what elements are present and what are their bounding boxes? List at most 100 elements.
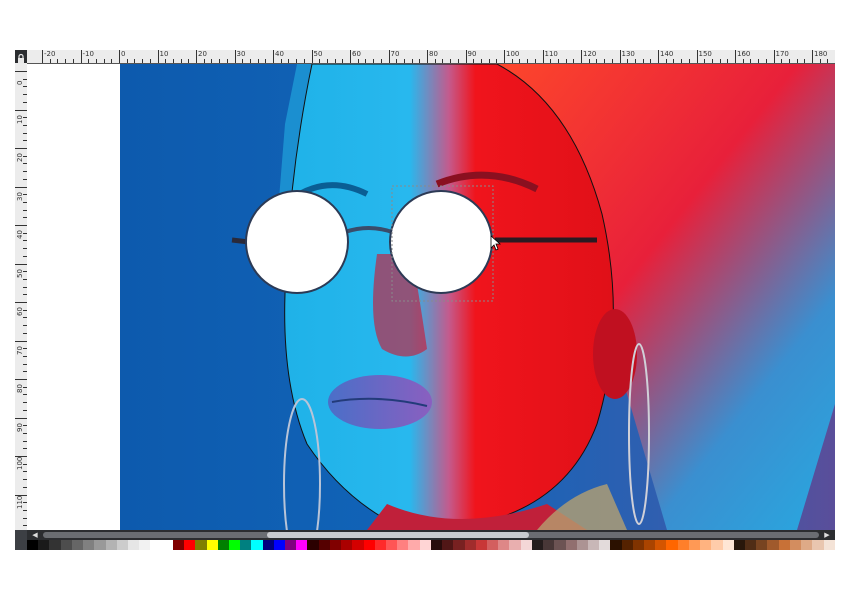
palette-swatch[interactable] [139, 540, 151, 550]
palette-swatch[interactable] [363, 540, 375, 550]
ruler-label: 40 [275, 50, 284, 58]
palette-swatch[interactable] [184, 540, 196, 550]
palette-swatch[interactable] [38, 540, 50, 550]
palette-swatch[interactable] [49, 540, 61, 550]
scroll-right-arrow[interactable]: ▶ [821, 530, 833, 540]
ruler-major-tick [696, 50, 698, 63]
ruler-major-tick [80, 50, 82, 63]
palette-swatch[interactable] [71, 540, 84, 550]
palette-swatch[interactable] [442, 540, 454, 550]
glasses-lens-right[interactable] [389, 190, 493, 294]
palette-swatch[interactable] [767, 540, 779, 550]
palette-swatch[interactable] [531, 540, 544, 550]
palette-swatch[interactable] [27, 540, 39, 550]
palette-swatch[interactable] [700, 540, 712, 550]
palette-swatch[interactable] [352, 540, 364, 550]
ruler-label: 170 [775, 50, 789, 58]
ruler-minor-tick [688, 59, 690, 63]
horizontal-scrollbar[interactable]: ◀ ▶ [27, 530, 835, 540]
ruler-minor-tick [642, 59, 644, 63]
palette-swatch[interactable] [341, 540, 353, 550]
ruler-major-tick [234, 50, 236, 63]
ruler-major-tick [542, 50, 544, 63]
palette-swatch[interactable] [251, 540, 263, 550]
palette-swatch[interactable] [206, 540, 218, 550]
ruler-minor-tick [180, 59, 182, 63]
palette-swatch[interactable] [565, 540, 577, 550]
palette-swatch[interactable] [60, 540, 72, 550]
palette-swatch[interactable] [632, 540, 645, 550]
palette-swatch[interactable] [745, 540, 757, 550]
palette-swatch[interactable] [666, 540, 678, 550]
palette-swatch[interactable] [453, 540, 465, 550]
palette-swatch[interactable] [386, 540, 398, 550]
palette-swatch[interactable] [486, 540, 499, 550]
canvas[interactable] [27, 64, 835, 530]
palette-swatch[interactable] [576, 540, 588, 550]
palette-swatch[interactable] [733, 540, 745, 550]
palette-swatch[interactable] [105, 540, 117, 550]
ruler-minor-tick [788, 59, 790, 63]
palette-swatch[interactable] [83, 540, 95, 550]
palette-swatch[interactable] [778, 540, 790, 550]
palette-swatch[interactable] [688, 540, 701, 550]
palette-swatch[interactable] [240, 540, 252, 550]
palette-swatch[interactable] [329, 540, 342, 550]
palette-swatch[interactable] [419, 540, 431, 550]
palette-swatch[interactable] [823, 540, 835, 550]
scroll-left-arrow[interactable]: ◀ [29, 530, 41, 540]
palette-swatch[interactable] [296, 540, 308, 550]
color-palette[interactable] [27, 540, 835, 550]
palette-swatch[interactable] [464, 540, 476, 550]
palette-swatch[interactable] [756, 540, 768, 550]
palette-swatch[interactable] [285, 540, 297, 550]
palette-swatch[interactable] [509, 540, 521, 550]
palette-swatch[interactable] [150, 540, 162, 550]
palette-swatch[interactable] [307, 540, 319, 550]
ruler-minor-tick [242, 59, 244, 63]
palette-swatch[interactable] [374, 540, 386, 550]
palette-swatch[interactable] [621, 540, 633, 550]
palette-swatch[interactable] [587, 540, 600, 550]
glasses-lens-left[interactable] [245, 190, 349, 294]
palette-swatch[interactable] [475, 540, 487, 550]
palette-swatch[interactable] [195, 540, 207, 550]
ruler-minor-tick [719, 59, 721, 63]
palette-swatch[interactable] [644, 540, 656, 550]
palette-swatch[interactable] [812, 540, 824, 550]
palette-swatch[interactable] [161, 540, 173, 550]
palette-swatch[interactable] [262, 540, 274, 550]
palette-swatch[interactable] [520, 540, 532, 550]
palette-swatch[interactable] [801, 540, 813, 550]
palette-swatch[interactable] [599, 540, 611, 550]
palette-swatch[interactable] [217, 540, 229, 550]
palette-swatch[interactable] [172, 540, 185, 550]
ruler-minor-tick [165, 59, 167, 63]
palette-swatch[interactable] [722, 540, 734, 550]
scroll-thumb[interactable] [267, 532, 529, 538]
photo-artwork[interactable] [27, 64, 835, 530]
ruler-corner[interactable] [15, 50, 27, 63]
palette-swatch[interactable] [789, 540, 802, 550]
horizontal-ruler[interactable]: -20 -10 0 10 20 30 40 50 60 70 80 90 100 110 120 130 140… [27, 50, 835, 64]
palette-swatch[interactable] [318, 540, 330, 550]
ruler-minor-tick [88, 59, 90, 63]
palette-swatch[interactable] [430, 540, 443, 550]
palette-swatch[interactable] [127, 540, 140, 550]
palette-swatch[interactable] [543, 540, 555, 550]
palette-swatch[interactable] [677, 540, 689, 550]
ruler-label: 70 [390, 50, 400, 58]
palette-swatch[interactable] [94, 540, 106, 550]
palette-swatch[interactable] [408, 540, 420, 550]
palette-swatch[interactable] [655, 540, 667, 550]
palette-swatch[interactable] [711, 540, 723, 550]
palette-swatch[interactable] [397, 540, 409, 550]
palette-swatch[interactable] [116, 540, 128, 550]
palette-swatch[interactable] [273, 540, 286, 550]
palette-swatch[interactable] [554, 540, 566, 550]
palette-swatch[interactable] [498, 540, 510, 550]
palette-swatch[interactable] [610, 540, 622, 550]
ruler-minor-tick [411, 59, 413, 63]
palette-swatch[interactable] [228, 540, 241, 550]
ruler-minor-tick [611, 59, 613, 63]
